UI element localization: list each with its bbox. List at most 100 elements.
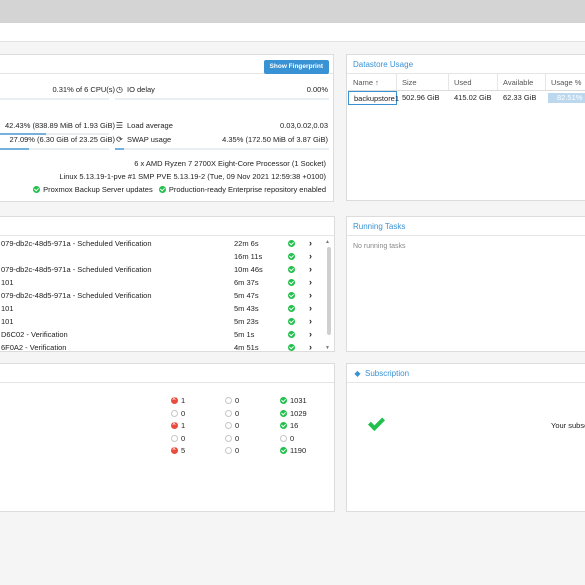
col-name[interactable]: Name ↑ [348,74,397,90]
task-name: 079-db2c-48d5-971a - Scheduled Verificat… [1,265,152,274]
chevron-right-icon[interactable]: › [309,250,312,263]
warnings-count: 0 [225,445,239,457]
subscription-header: ◆ Subscription [347,364,585,383]
check-circle-icon [280,422,287,429]
root-usage-bar [0,148,109,150]
server-status-panel: Show Fingerprint 0.31% of 6 CPU(s) ◷ IO d… [0,54,334,202]
warnings-count: 0 [225,395,239,407]
swap-usage-bar [115,148,329,150]
ok-count: 0 [280,433,294,445]
chevron-right-icon[interactable]: › [309,341,312,354]
running-tasks-title: Running Tasks [347,217,585,236]
load-label-wrap: ☰ Load average [115,119,173,133]
task-name: D6C02 - Verification [1,330,68,339]
task-list: 079-db2c-48d5-971a - Scheduled Verificat… [0,237,323,354]
error-icon [171,394,178,406]
check-circle-icon [280,409,287,417]
empty-circle-icon [171,409,178,417]
datastore-table: Name ↑ Size Used Available Usage % backu… [348,74,585,105]
col-available[interactable]: Available [498,74,546,90]
ok-count: 16 [280,420,298,432]
scroll-down-icon[interactable]: ▼ [325,345,330,351]
io-delay-value: 0.00% [306,85,328,94]
empty-circle-icon [171,434,178,442]
datastore-available: 62.33 GiB [503,93,537,102]
check-icon [368,414,385,431]
chevron-right-icon[interactable]: › [309,276,312,289]
check-circle-icon [280,447,287,454]
task-list-scrollbar[interactable]: ▲ ▼ [324,239,333,351]
check-circle-icon [288,279,295,286]
cpu-model: 6 x AMD Ryzen 7 2700X Eight-Core Process… [134,159,326,168]
task-row[interactable]: 6F0A2 - Verification 4m 51s › [0,341,323,354]
longest-tasks-panel: 079-db2c-48d5-971a - Scheduled Verificat… [0,216,335,352]
empty-circle-icon [225,409,232,417]
task-row[interactable]: 101 5m 43s › [0,302,323,315]
ok-count: 1031 [280,395,307,407]
check-circle-icon [288,253,295,260]
datastore-usage-panel: Datastore Usage Name ↑ Size Used Availab… [346,54,585,201]
chevron-right-icon[interactable]: › [309,289,312,302]
task-duration: 22m 6s [234,239,259,248]
task-row[interactable]: D6C02 - Verification 5m 1s › [0,328,323,341]
error-icon [171,444,178,456]
sub-toolbar [0,23,585,42]
errors-count: 0 [171,433,185,445]
col-used[interactable]: Used [449,74,498,90]
chevron-right-icon[interactable]: › [309,237,312,250]
task-row[interactable]: 079-db2c-48d5-971a - Scheduled Verificat… [0,289,323,302]
task-row[interactable]: 101 5m 23s › [0,315,323,328]
load-average-label: Load average [127,121,173,130]
key-icon: ◆ [354,368,361,378]
table-row[interactable]: backupstore1 502.96 GiB 415.02 GiB 62.33… [348,91,585,105]
task-summary-row: 0 0 0 [0,433,336,445]
error-icon [171,419,178,431]
ok-count: 1029 [280,408,307,420]
task-name: 101 [1,304,14,313]
errors-count: 5 [171,444,185,457]
chevron-right-icon[interactable]: › [309,315,312,328]
task-row[interactable]: 16m 11s › [0,250,323,263]
task-name: 101 [1,317,14,326]
datastore-usage-title: Datastore Usage [347,55,585,74]
root-swap-row: 27.09% (6.30 GiB of 23.25 GiB) ⟳ SWAP usa… [0,133,335,147]
running-tasks-panel: Running Tasks No running tasks [346,216,585,352]
task-summary-row: 1 0 16 [0,419,336,432]
warnings-count: 0 [225,433,239,445]
chevron-right-icon[interactable]: › [309,302,312,315]
chevron-right-icon[interactable]: › [309,263,312,276]
datastore-name: backupstore1 [348,91,399,105]
datastore-used: 415.02 GiB [454,93,492,102]
scrollbar-thumb[interactable] [327,247,331,335]
warnings-count: 0 [225,408,239,420]
task-row[interactable]: 079-db2c-48d5-971a - Scheduled Verificat… [0,263,323,276]
task-duration: 5m 1s [234,330,255,339]
ok-count: 1190 [280,445,306,457]
col-size[interactable]: Size [397,74,449,90]
memory-row: 42.43% (838.89 MiB of 1.93 GiB) ☰ Load av… [0,119,335,133]
swap-usage-value: 4.35% (172.50 MiB of 3.87 GiB) [222,135,328,144]
longest-tasks-header [0,217,334,236]
empty-circle-icon [225,434,232,442]
usage-percent: 82.51% [557,93,583,102]
chevron-right-icon[interactable]: › [309,328,312,341]
col-usage[interactable]: Usage % [546,74,585,90]
task-row[interactable]: 079-db2c-48d5-971a - Scheduled Verificat… [0,237,323,250]
datastore-table-header: Name ↑ Size Used Available Usage % [348,74,585,91]
dashboard: Show Fingerprint 0.31% of 6 CPU(s) ◷ IO d… [0,42,585,585]
check-circle-icon [280,397,287,404]
check-circle-icon [288,266,295,273]
updates-repo-text: Proxmox Backup Server updates [43,185,153,194]
scroll-up-icon[interactable]: ▲ [325,239,330,245]
clock-icon: ◷ [116,85,123,94]
top-toolbar [0,0,585,23]
repository-status: Proxmox Backup Server updates Production… [33,185,326,194]
task-name: 079-db2c-48d5-971a - Scheduled Verificat… [1,291,152,300]
empty-circle-icon [280,434,287,442]
empty-circle-icon [225,397,232,404]
check-circle-icon [288,318,295,325]
task-duration: 4m 51s [234,343,259,352]
task-row[interactable]: 101 6m 37s › [0,276,323,289]
datastore-usage: 82.51% [546,91,585,105]
show-fingerprint-button[interactable]: Show Fingerprint [263,60,329,74]
